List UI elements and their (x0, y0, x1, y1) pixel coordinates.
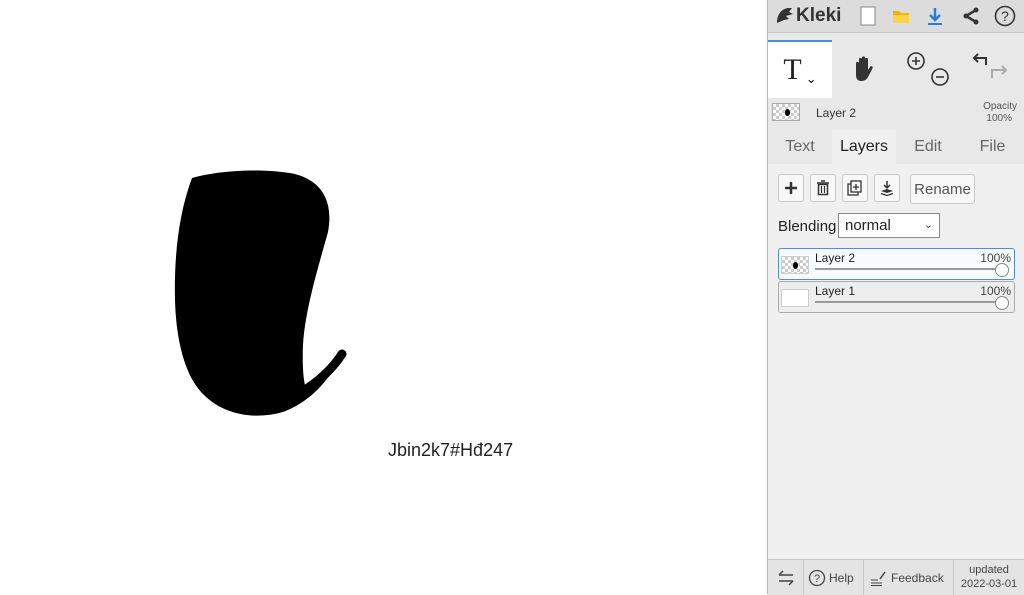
layer-item[interactable]: Layer 2 100% (778, 248, 1015, 280)
open-file-button[interactable] (887, 3, 915, 29)
layer-opacity-slider-track[interactable] (815, 268, 1001, 270)
help-footer-button[interactable]: ? Help (804, 560, 864, 595)
brush-stroke-tail (300, 349, 347, 395)
duplicate-icon (847, 180, 862, 196)
swap-arrows-icon (777, 569, 794, 586)
help-icon: ? (994, 5, 1016, 27)
app-name: Kleki (796, 5, 842, 26)
merge-down-button[interactable] (874, 174, 900, 202)
feedback-icon (871, 571, 886, 586)
blending-select[interactable]: normal ⌄ (838, 213, 940, 238)
merge-down-icon (880, 181, 894, 196)
chevron-down-icon[interactable]: ⌄ (806, 71, 817, 87)
current-layer-info: Layer 2 Opacity 100% (768, 98, 1024, 128)
kleki-logo: Kleki (774, 4, 841, 28)
update-info[interactable]: updated 2022-03-01 (956, 563, 1022, 591)
add-layer-button[interactable] (778, 174, 804, 202)
trash-icon (817, 180, 829, 196)
layer-opacity-slider-handle[interactable] (995, 296, 1009, 310)
layer-thumbnail (781, 256, 809, 274)
feedback-label: Feedback (891, 570, 944, 585)
layer-opacity: 100% (980, 284, 1011, 298)
top-bar: Kleki ? (768, 0, 1024, 33)
tab-edit[interactable]: Edit (896, 130, 960, 164)
side-panel: Kleki ? T ⌄ Layer 2 Opacity 100% Text La… (767, 0, 1024, 595)
zoom-tool[interactable] (896, 40, 960, 98)
opacity-label: Opacity (983, 101, 1017, 112)
new-document-icon (860, 6, 876, 26)
layer-opacity-slider-handle[interactable] (995, 263, 1009, 277)
share-icon (963, 7, 979, 25)
delete-layer-button[interactable] (810, 174, 836, 202)
layer-opacity: 100% (980, 251, 1011, 265)
tab-text[interactable]: Text (768, 130, 832, 164)
layer-item[interactable]: Layer 1 100% (778, 281, 1015, 313)
undo-redo-tool (960, 40, 1024, 98)
open-folder-icon (893, 11, 909, 23)
text-tool[interactable]: T ⌄ (768, 40, 832, 98)
layer-name: Layer 2 (815, 251, 856, 265)
canvas-drawing (174, 170, 347, 416)
current-layer-name: Layer 2 (816, 106, 857, 120)
tab-bar: Text Layers Edit File (768, 130, 1024, 164)
help-label: Help (829, 570, 854, 585)
canvas-text: Jbin2k7#Hđ247 (388, 440, 514, 460)
current-layer-thumbnail (772, 103, 800, 121)
layers-panel: Rename Blending normal ⌄ Layer 2 100% La… (768, 164, 1024, 559)
swap-ui-side-button[interactable] (768, 560, 804, 595)
tool-row: T ⌄ (768, 40, 1024, 98)
layer-thumbnail (781, 289, 809, 307)
download-icon (928, 8, 942, 25)
plus-icon (785, 182, 797, 194)
text-tool-icon: T (783, 53, 802, 86)
feedback-button[interactable]: Feedback (864, 560, 954, 595)
new-document-button[interactable] (854, 3, 882, 29)
chevron-down-icon: ⌄ (923, 219, 933, 231)
svg-text:?: ? (814, 573, 820, 585)
blending-value: normal (845, 217, 891, 234)
footer-bar: ? Help Feedback updated 2022-03-01 (768, 559, 1024, 595)
opacity-value: 100% (986, 113, 1012, 124)
tab-layers[interactable]: Layers (832, 130, 896, 164)
redo-icon[interactable] (988, 48, 1018, 92)
duplicate-layer-button[interactable] (842, 174, 868, 202)
help-circle-icon: ? (808, 569, 826, 586)
layer-name: Layer 1 (815, 284, 856, 298)
hand-tool[interactable] (832, 40, 896, 98)
help-button[interactable]: ? (991, 3, 1019, 29)
blending-label: Blending (778, 218, 837, 235)
svg-text:?: ? (1001, 8, 1009, 24)
updated-label: updated (969, 564, 1009, 576)
share-button[interactable] (957, 3, 985, 29)
drawing-canvas[interactable]: Jbin2k7#Hđ247 (0, 0, 767, 594)
kleki-logo-icon (777, 8, 793, 23)
zoom-in-out-icon (907, 52, 949, 86)
updated-date: 2022-03-01 (960, 578, 1018, 590)
download-button[interactable] (921, 3, 949, 29)
hand-icon (856, 56, 873, 81)
tab-file[interactable]: File (960, 130, 1024, 164)
layer-opacity-slider-track[interactable] (815, 301, 1001, 303)
rename-layer-button[interactable]: Rename (910, 174, 975, 204)
